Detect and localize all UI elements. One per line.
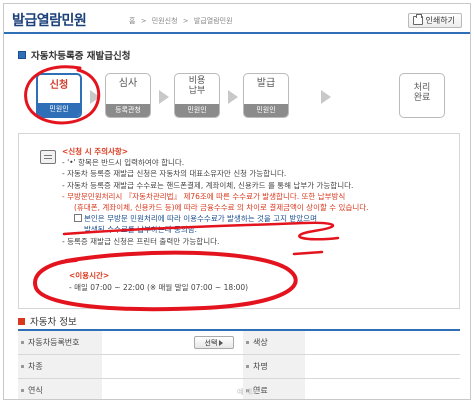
step-actor: 민원인 <box>38 103 80 116</box>
step-label: 비용 납부 <box>188 76 206 96</box>
section-title: 자동차등록증 재발급신청 <box>18 48 130 62</box>
fuel-value <box>305 379 460 399</box>
step-label: 발급 <box>256 78 276 89</box>
notice-body: <신청 시 주의사항> - '•' 항목은 반드시 입력하여야 합니다. - 자… <box>62 146 452 247</box>
select-button-label: 선택 <box>204 338 218 347</box>
step-actor: 민원인 <box>175 104 219 117</box>
vehicle-info-title-text: 자동차 정보 <box>30 317 77 328</box>
print-button[interactable]: 인쇄하기 <box>407 13 462 28</box>
step-apply: 신청 민원인 <box>36 73 82 118</box>
consent-text: 본인은 무방문 민원처리에 따라 이용수수료가 발생하는 것을 고지 받았으며 <box>84 214 317 224</box>
step-label: 심사 <box>118 78 138 89</box>
section-title-text: 자동차등록증 재발급신청 <box>31 51 131 62</box>
name-value <box>305 355 460 378</box>
notice-line-fee: - 무방문민원처리시 『자동차관리법』 제76조에 따른 수수료가 발생합니다.… <box>62 191 346 201</box>
print-button-label: 인쇄하기 <box>425 16 455 25</box>
step-arrow-icon <box>159 90 169 104</box>
step-actor: 등록관청 <box>106 104 150 117</box>
step-arrow-icon <box>90 90 100 104</box>
notepad-icon <box>40 150 56 164</box>
model-value <box>102 355 243 378</box>
consent-text-2: 발생된 수수료를 납부하는데 동의함. <box>84 225 198 235</box>
color-value <box>305 331 460 354</box>
vehicle-bullet-icon <box>18 317 25 325</box>
label-year: 연식 <box>18 379 102 399</box>
step-review: 심사 등록관청 <box>105 73 151 118</box>
table-row: 차종 차명 <box>18 355 460 379</box>
step-label: 신청 <box>49 80 69 91</box>
watermark: 예 제보 <box>237 388 259 396</box>
usage-line: - 매일 07:00 ~ 22:00 (※ 매월 말일 07:00 ~ 18:0… <box>69 283 249 292</box>
label-model: 차종 <box>18 355 102 378</box>
notice-line: - 자동차 등록증 재발급 신청은 자동차의 대표소유자만 신청 가능합니다. <box>62 169 287 179</box>
year-value <box>102 379 243 399</box>
breadcrumb-current: 발급열람민원 <box>193 17 233 25</box>
usage-heading: <이용시간> <box>69 271 110 280</box>
breadcrumb-separator: > <box>140 17 147 25</box>
notice-box: <신청 시 주의사항> - '•' 항목은 반드시 입력하여야 합니다. - 자… <box>18 133 460 309</box>
page-title: 발급열람민원 <box>12 13 87 29</box>
reg-no-cell: 선택 <box>102 331 243 354</box>
label-name: 차명 <box>243 355 305 378</box>
section-bullet-icon <box>18 51 26 59</box>
consent-checkbox[interactable] <box>74 214 82 223</box>
page-header: 발급열람민원 홈 > 민원신청 > 발급열람민원 인쇄하기 <box>4 4 470 34</box>
arrow-right-icon <box>219 339 224 346</box>
notice-heading: <신청 시 주의사항> <box>62 147 129 156</box>
label-reg-no: 자동차등록번호 <box>18 331 102 354</box>
label-color: 색상 <box>243 331 305 354</box>
step-payment: 비용 납부 민원인 <box>174 73 220 118</box>
step-complete: 처리 완료 <box>399 73 445 118</box>
step-label: 처리 완료 <box>413 83 431 103</box>
breadcrumb-home[interactable]: 홈 <box>129 17 135 25</box>
breadcrumb: 홈 > 민원신청 > 발급열람민원 <box>129 16 236 26</box>
printer-icon <box>412 14 423 25</box>
step-actor: 민원인 <box>244 104 288 117</box>
notice-line: - '•' 항목은 반드시 입력하여야 합니다. <box>62 158 185 168</box>
step-arrow-icon <box>321 90 331 104</box>
notice-line-fee-detail: (휴대폰, 계좌이체, 신용카드 등)에 따라 금융수수료 의 차이로 결제금액… <box>74 203 369 213</box>
table-row: 자동차등록번호 선택 색상 <box>18 331 460 355</box>
consent-row: 본인은 무방문 민원처리에 따라 이용수수료가 발생하는 것을 고지 받았으며 <box>62 213 452 224</box>
step-arrow-icon <box>228 90 238 104</box>
breadcrumb-category[interactable]: 민원신청 <box>152 17 178 25</box>
breadcrumb-separator: > <box>182 17 189 25</box>
notice-line: - 등록증 재발급 신청은 프린터 출력만 가능합니다. <box>62 236 220 246</box>
notice-line: - 자동차 등록증 재발급 수수료는 핸드폰결제, 계좌이체, 신용카드 를 통… <box>62 180 354 190</box>
vehicle-info-title: 자동차 정보 <box>18 314 77 328</box>
usage-hours: <이용시간> - 매일 07:00 ~ 22:00 (※ 매월 말일 07:00… <box>69 270 248 294</box>
page-frame: 발급열람민원 홈 > 민원신청 > 발급열람민원 인쇄하기 자동차등록증 재발급… <box>3 3 471 400</box>
select-button[interactable]: 선택 <box>194 336 234 349</box>
step-issue: 발급 민원인 <box>243 73 289 118</box>
